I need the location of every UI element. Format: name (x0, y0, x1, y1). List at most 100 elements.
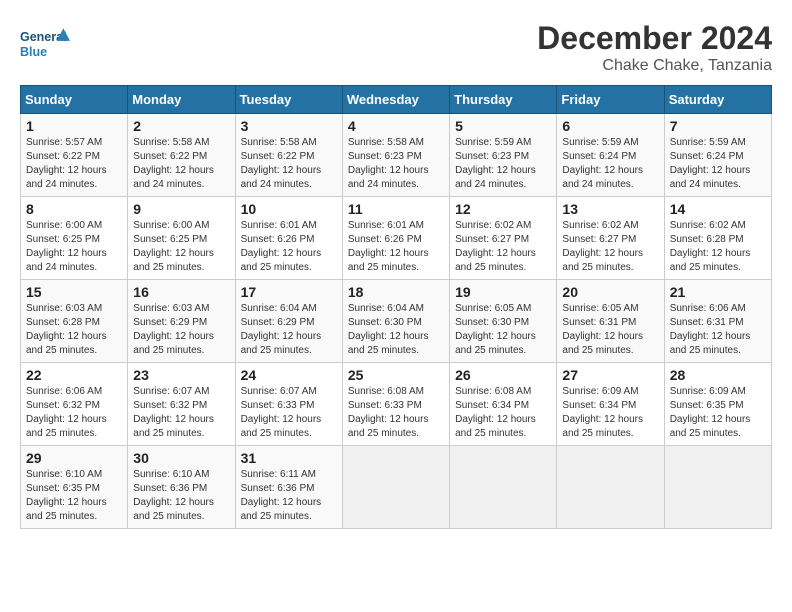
day-info: Sunrise: 6:02 AMSunset: 6:27 PMDaylight:… (562, 219, 658, 275)
week-row-3: 15 Sunrise: 6:03 AMSunset: 6:28 PMDayligh… (21, 280, 772, 363)
day-cell (342, 446, 449, 529)
day-info: Sunrise: 5:58 AMSunset: 6:22 PMDaylight:… (133, 136, 229, 192)
day-cell (664, 446, 771, 529)
col-header-saturday: Saturday (664, 86, 771, 114)
day-cell: 15 Sunrise: 6:03 AMSunset: 6:28 PMDayligh… (21, 280, 128, 363)
day-number: 13 (562, 201, 658, 217)
day-cell: 9 Sunrise: 6:00 AMSunset: 6:25 PMDaylight… (128, 197, 235, 280)
calendar-table: SundayMondayTuesdayWednesdayThursdayFrid… (20, 85, 772, 529)
logo: General Blue (20, 20, 70, 70)
day-number: 25 (348, 367, 444, 383)
day-cell: 26 Sunrise: 6:08 AMSunset: 6:34 PMDayligh… (450, 363, 557, 446)
day-number: 28 (670, 367, 766, 383)
subtitle: Chake Chake, Tanzania (537, 57, 772, 75)
day-number: 2 (133, 118, 229, 134)
day-number: 11 (348, 201, 444, 217)
day-info: Sunrise: 6:08 AMSunset: 6:34 PMDaylight:… (455, 385, 551, 441)
day-number: 5 (455, 118, 551, 134)
day-cell: 3 Sunrise: 5:58 AMSunset: 6:22 PMDaylight… (235, 114, 342, 197)
day-info: Sunrise: 6:11 AMSunset: 6:36 PMDaylight:… (241, 468, 337, 524)
day-info: Sunrise: 6:07 AMSunset: 6:32 PMDaylight:… (133, 385, 229, 441)
day-info: Sunrise: 5:59 AMSunset: 6:23 PMDaylight:… (455, 136, 551, 192)
day-info: Sunrise: 6:10 AMSunset: 6:36 PMDaylight:… (133, 468, 229, 524)
day-cell: 17 Sunrise: 6:04 AMSunset: 6:29 PMDayligh… (235, 280, 342, 363)
day-info: Sunrise: 6:06 AMSunset: 6:31 PMDaylight:… (670, 302, 766, 358)
day-number: 9 (133, 201, 229, 217)
day-info: Sunrise: 5:59 AMSunset: 6:24 PMDaylight:… (670, 136, 766, 192)
day-cell: 11 Sunrise: 6:01 AMSunset: 6:26 PMDayligh… (342, 197, 449, 280)
day-cell: 22Sunrise: 6:06 AMSunset: 6:32 PMDayligh… (21, 363, 128, 446)
day-info: Sunrise: 6:10 AMSunset: 6:35 PMDaylight:… (26, 468, 122, 524)
day-info: Sunrise: 6:00 AMSunset: 6:25 PMDaylight:… (26, 219, 122, 275)
day-info: Sunrise: 5:58 AMSunset: 6:22 PMDaylight:… (241, 136, 337, 192)
main-title: December 2024 (537, 20, 772, 57)
calendar-header: SundayMondayTuesdayWednesdayThursdayFrid… (21, 86, 772, 114)
day-info: Sunrise: 6:02 AMSunset: 6:28 PMDaylight:… (670, 219, 766, 275)
day-info: Sunrise: 6:09 AMSunset: 6:35 PMDaylight:… (670, 385, 766, 441)
day-number: 12 (455, 201, 551, 217)
day-cell: 7Sunrise: 5:59 AMSunset: 6:24 PMDaylight… (664, 114, 771, 197)
col-header-thursday: Thursday (450, 86, 557, 114)
day-cell: 13 Sunrise: 6:02 AMSunset: 6:27 PMDayligh… (557, 197, 664, 280)
day-info: Sunrise: 6:07 AMSunset: 6:33 PMDaylight:… (241, 385, 337, 441)
day-number: 3 (241, 118, 337, 134)
day-number: 18 (348, 284, 444, 300)
day-cell: 1Sunrise: 5:57 AMSunset: 6:22 PMDaylight… (21, 114, 128, 197)
day-number: 29 (26, 450, 122, 466)
day-cell: 18 Sunrise: 6:04 AMSunset: 6:30 PMDayligh… (342, 280, 449, 363)
col-header-sunday: Sunday (21, 86, 128, 114)
day-number: 15 (26, 284, 122, 300)
col-header-monday: Monday (128, 86, 235, 114)
day-info: Sunrise: 6:05 AMSunset: 6:31 PMDaylight:… (562, 302, 658, 358)
svg-text:Blue: Blue (20, 45, 47, 59)
day-cell: 14 Sunrise: 6:02 AMSunset: 6:28 PMDayligh… (664, 197, 771, 280)
day-info: Sunrise: 6:04 AMSunset: 6:30 PMDaylight:… (348, 302, 444, 358)
day-cell: 30Sunrise: 6:10 AMSunset: 6:36 PMDayligh… (128, 446, 235, 529)
day-number: 10 (241, 201, 337, 217)
day-cell: 4Sunrise: 5:58 AMSunset: 6:23 PMDaylight… (342, 114, 449, 197)
day-number: 26 (455, 367, 551, 383)
day-number: 23 (133, 367, 229, 383)
day-info: Sunrise: 6:01 AMSunset: 6:26 PMDaylight:… (348, 219, 444, 275)
day-info: Sunrise: 6:03 AMSunset: 6:29 PMDaylight:… (133, 302, 229, 358)
page-header: General Blue December 2024 Chake Chake, … (20, 20, 772, 75)
day-cell: 6Sunrise: 5:59 AMSunset: 6:24 PMDaylight… (557, 114, 664, 197)
col-header-wednesday: Wednesday (342, 86, 449, 114)
logo-svg: General Blue (20, 20, 70, 70)
day-info: Sunrise: 6:00 AMSunset: 6:25 PMDaylight:… (133, 219, 229, 275)
day-cell: 12 Sunrise: 6:02 AMSunset: 6:27 PMDayligh… (450, 197, 557, 280)
day-info: Sunrise: 6:03 AMSunset: 6:28 PMDaylight:… (26, 302, 122, 358)
title-block: December 2024 Chake Chake, Tanzania (537, 20, 772, 75)
day-cell: 19 Sunrise: 6:05 AMSunset: 6:30 PMDayligh… (450, 280, 557, 363)
day-cell: 25 Sunrise: 6:08 AMSunset: 6:33 PMDayligh… (342, 363, 449, 446)
day-cell: 5 Sunrise: 5:59 AMSunset: 6:23 PMDaylight… (450, 114, 557, 197)
day-number: 8 (26, 201, 122, 217)
day-cell: 23 Sunrise: 6:07 AMSunset: 6:32 PMDayligh… (128, 363, 235, 446)
day-info: Sunrise: 6:02 AMSunset: 6:27 PMDaylight:… (455, 219, 551, 275)
day-info: Sunrise: 6:04 AMSunset: 6:29 PMDaylight:… (241, 302, 337, 358)
day-info: Sunrise: 5:59 AMSunset: 6:24 PMDaylight:… (562, 136, 658, 192)
day-cell: 29 Sunrise: 6:10 AMSunset: 6:35 PMDayligh… (21, 446, 128, 529)
day-number: 31 (241, 450, 337, 466)
day-number: 19 (455, 284, 551, 300)
day-number: 14 (670, 201, 766, 217)
day-cell (450, 446, 557, 529)
day-number: 16 (133, 284, 229, 300)
day-cell: 2 Sunrise: 5:58 AMSunset: 6:22 PMDaylight… (128, 114, 235, 197)
day-info: Sunrise: 6:08 AMSunset: 6:33 PMDaylight:… (348, 385, 444, 441)
week-row-2: 8 Sunrise: 6:00 AMSunset: 6:25 PMDaylight… (21, 197, 772, 280)
col-header-tuesday: Tuesday (235, 86, 342, 114)
day-cell: 16 Sunrise: 6:03 AMSunset: 6:29 PMDayligh… (128, 280, 235, 363)
day-info: Sunrise: 6:09 AMSunset: 6:34 PMDaylight:… (562, 385, 658, 441)
week-row-4: 22Sunrise: 6:06 AMSunset: 6:32 PMDayligh… (21, 363, 772, 446)
day-number: 21 (670, 284, 766, 300)
day-number: 17 (241, 284, 337, 300)
day-info: Sunrise: 6:01 AMSunset: 6:26 PMDaylight:… (241, 219, 337, 275)
day-cell: 31 Sunrise: 6:11 AMSunset: 6:36 PMDayligh… (235, 446, 342, 529)
day-info: Sunrise: 6:05 AMSunset: 6:30 PMDaylight:… (455, 302, 551, 358)
day-cell: 21 Sunrise: 6:06 AMSunset: 6:31 PMDayligh… (664, 280, 771, 363)
day-info: Sunrise: 6:06 AMSunset: 6:32 PMDaylight:… (26, 385, 122, 441)
col-header-friday: Friday (557, 86, 664, 114)
day-cell: 24Sunrise: 6:07 AMSunset: 6:33 PMDayligh… (235, 363, 342, 446)
day-cell: 10 Sunrise: 6:01 AMSunset: 6:26 PMDayligh… (235, 197, 342, 280)
